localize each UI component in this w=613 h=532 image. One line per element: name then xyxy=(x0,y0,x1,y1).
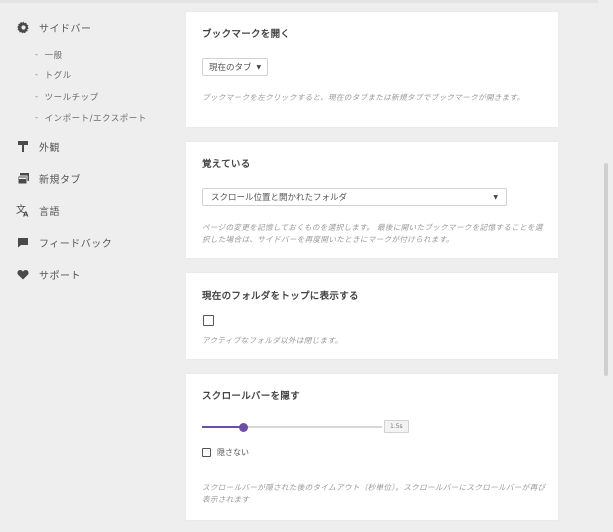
page-scrollbar-thumb[interactable] xyxy=(604,163,608,376)
sub-item-dash: - xyxy=(35,50,39,60)
sidebar-item-new-tab[interactable]: 新規タブ xyxy=(16,169,81,187)
new-tab-icon xyxy=(16,171,30,185)
current-folder-checkbox[interactable] xyxy=(203,315,214,326)
sidebar-item-label: 新規タブ xyxy=(39,174,81,186)
dont-hide-checkbox[interactable] xyxy=(202,448,211,457)
sidebar-item-label: フィードバック xyxy=(39,238,113,250)
sub-item-dash: - xyxy=(35,70,39,80)
card-title: ブックマークを開く xyxy=(202,29,291,40)
sub-item-label: トグル xyxy=(44,71,72,81)
card-description: ページの変更を記憶しておくものを選択します。 最後に開いたブックマークを記憶する… xyxy=(202,223,543,244)
sub-item-dash: - xyxy=(35,113,39,123)
heart-icon xyxy=(16,267,30,281)
sidebar-item-appearance[interactable]: 外観 xyxy=(16,137,60,155)
sub-item-dash: - xyxy=(35,92,39,102)
sidebar-item-label: 言語 xyxy=(39,206,60,218)
sidebar-subitem-tooltip[interactable]: - ツールチップ xyxy=(35,90,99,104)
open-bookmarks-card: ブックマークを開く 現在のタブ ▼ ブックマークを左クリックすると、現在のタブま… xyxy=(186,12,558,127)
sidebar: サイドバー - 一般 - トグル - ツールチップ - インポート/エクスポート… xyxy=(0,0,172,532)
card-title: 覚えている xyxy=(202,159,251,170)
svg-text:A: A xyxy=(23,210,29,217)
slider-thumb[interactable] xyxy=(238,422,248,432)
slider-fill xyxy=(202,426,244,428)
select-value: スクロール位置と開かれたフォルダ xyxy=(211,193,348,203)
slider-value-badge: 1.5s xyxy=(384,420,409,433)
sidebar-item-label: 外観 xyxy=(39,142,60,154)
caret-down-icon: ▼ xyxy=(256,63,262,71)
sidebar-item-sidebar[interactable]: サイドバー xyxy=(16,18,92,36)
comment-icon xyxy=(16,235,30,249)
caret-down-icon: ▼ xyxy=(493,193,498,201)
translate-icon: 文A xyxy=(16,203,30,217)
card-description: アクティブなフォルダ以外は閉じます。 xyxy=(202,336,343,345)
sidebar-subitem-general[interactable]: - 一般 xyxy=(35,48,63,62)
open-bookmarks-select[interactable]: 現在のタブ ▼ xyxy=(202,58,269,76)
sidebar-item-feedback[interactable]: フィードバック xyxy=(16,233,112,251)
dont-hide-label: 隠さない xyxy=(217,448,249,457)
sidebar-item-label: サポート xyxy=(39,270,81,282)
card-title: スクロールバーを隠す xyxy=(202,391,301,402)
sidebar-subitem-import-export[interactable]: - インポート/エクスポート xyxy=(35,111,147,125)
sidebar-item-language[interactable]: 文A 言語 xyxy=(16,201,60,219)
current-folder-card: 現在のフォルダをトップに表示する アクティブなフォルダ以外は閉じます。 xyxy=(186,273,558,359)
sidebar-item-support[interactable]: サポート xyxy=(16,265,81,283)
sub-item-label: インポート/エクスポート xyxy=(44,114,147,124)
card-title: 現在のフォルダをトップに表示する xyxy=(202,291,359,302)
sidebar-subitem-toggle[interactable]: - トグル xyxy=(35,68,72,82)
remember-select[interactable]: スクロール位置と開かれたフォルダ ▼ xyxy=(202,188,507,206)
sub-item-label: ツールチップ xyxy=(44,93,99,103)
sidebar-item-label: サイドバー xyxy=(39,23,92,35)
hide-scrollbar-card: スクロールバーを隠す 1.5s 隠さない スクロールバーが隠された後のタイムアウ… xyxy=(186,374,558,520)
remember-card: 覚えている スクロール位置と開かれたフォルダ ▼ ページの変更を記憶しておくもの… xyxy=(186,142,558,258)
paint-roller-icon xyxy=(16,139,30,153)
card-description: スクロールバーが隠された後のタイムアウト（秒単位）。スクロールバーにスクロールバ… xyxy=(202,483,546,504)
gear-icon xyxy=(16,20,30,34)
timeout-slider[interactable] xyxy=(202,422,382,432)
card-description: ブックマークを左クリックすると、現在のタブまたは新規タブでブックマークが開きます… xyxy=(202,93,525,102)
sub-item-label: 一般 xyxy=(44,51,63,61)
select-value: 現在のタブ xyxy=(209,63,252,73)
